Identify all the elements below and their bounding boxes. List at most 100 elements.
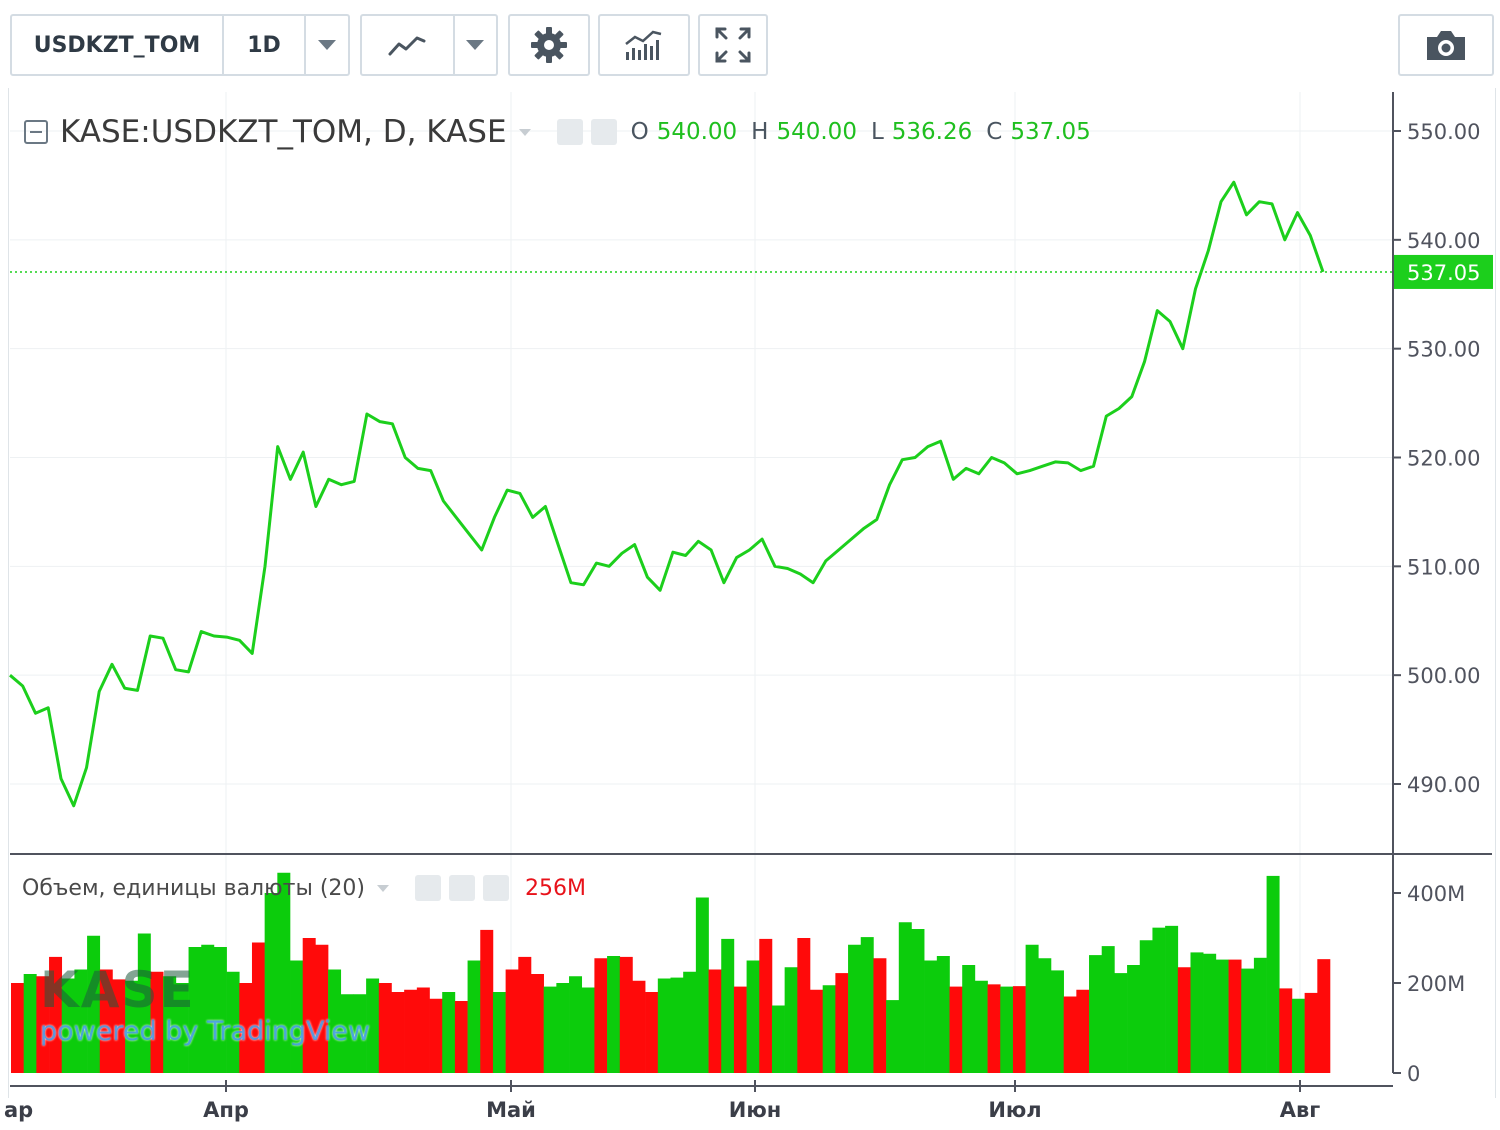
volume-bar (1203, 953, 1217, 1073)
price-tick-label: 530.00 (1407, 338, 1480, 362)
volume-bar (1012, 986, 1026, 1073)
powered-by-text: powered by TradingView (40, 1016, 371, 1047)
time-tick-label: ap (4, 1098, 33, 1122)
volume-bar (657, 978, 671, 1073)
volume-bar (1253, 957, 1267, 1073)
eye-icon[interactable] (556, 119, 583, 145)
volume-bar (543, 986, 557, 1073)
volume-bar (1127, 965, 1141, 1073)
volume-bar (746, 960, 760, 1073)
volume-bar (860, 937, 874, 1073)
chart-canvas[interactable]: 490.00 500.00 510.00 520.00 530.00 540.00 550.… (0, 0, 1500, 1130)
volume-bar (771, 1005, 785, 1073)
volume-bar (619, 956, 633, 1073)
price-tick-label: 550.00 (1407, 120, 1480, 144)
settings-small-icon[interactable] (448, 875, 475, 901)
volume-bar (1114, 973, 1128, 1073)
volume-bar (708, 969, 722, 1073)
price-tick-label: 540.00 (1407, 229, 1480, 253)
chevron-down-icon[interactable] (518, 128, 531, 136)
collapse-icon[interactable] (24, 120, 48, 144)
volume-bar (670, 977, 684, 1073)
volume-bar (1152, 927, 1166, 1073)
volume-tick-label: 200M (1407, 972, 1465, 996)
volume-bar (784, 967, 798, 1073)
time-tick-label: Июл (988, 1098, 1041, 1122)
volume-bar (530, 974, 544, 1073)
volume-bar (733, 986, 747, 1073)
volume-bar (924, 960, 938, 1073)
volume-bar (1177, 967, 1191, 1073)
volume-bar (1317, 959, 1331, 1073)
volume-bar (11, 983, 24, 1073)
time-tick-label: Май (486, 1098, 536, 1122)
volume-bar (1025, 944, 1039, 1073)
volume-bar (391, 992, 405, 1073)
volume-value: 256M (524, 875, 586, 901)
volume-bar (505, 969, 519, 1073)
volume-bar (936, 956, 950, 1073)
volume-bar (721, 938, 735, 1073)
volume-bar (581, 987, 595, 1073)
volume-bar (454, 1001, 468, 1073)
volume-tick-label: 400M (1407, 882, 1465, 906)
price-line (9, 180, 1325, 808)
volume-bar (1089, 955, 1103, 1073)
volume-bar (962, 965, 976, 1073)
volume-bar (1101, 946, 1115, 1073)
volume-bar (822, 985, 836, 1073)
volume-bar (467, 960, 481, 1073)
time-tick-label: Апр (203, 1098, 249, 1122)
volume-bar (1000, 986, 1014, 1073)
volume-bar (835, 973, 849, 1073)
price-tick-label: 520.00 (1407, 447, 1480, 471)
volume-bar (442, 992, 456, 1073)
volume-bar (886, 1000, 900, 1073)
series-legend: KASE:USDKZT_TOM, D, KASE O 540.00 H 540.… (20, 110, 1091, 154)
volume-bar (1190, 952, 1204, 1073)
open-label: O (630, 119, 649, 145)
volume-bar (1291, 998, 1305, 1073)
volume-bar (594, 958, 608, 1073)
volume-bar (1050, 970, 1064, 1073)
volume-tick-label: 0 (1407, 1062, 1420, 1086)
volume-bar (1279, 988, 1293, 1073)
close-icon[interactable] (482, 875, 509, 901)
kase-logo: KASE (40, 961, 196, 1019)
volume-bar (1241, 968, 1255, 1073)
volume-bar (632, 980, 646, 1073)
volume-bar (23, 974, 37, 1073)
volume-bar (1215, 959, 1229, 1073)
volume-bar (848, 944, 862, 1073)
volume-title: Объем, единицы валюты (20) (22, 875, 365, 901)
volume-bar (492, 992, 506, 1073)
price-line-layer (9, 180, 1393, 808)
eye-icon[interactable] (414, 875, 441, 901)
price-tick-label: 500.00 (1407, 664, 1480, 688)
close-label: C (986, 119, 1003, 145)
volume-bar (518, 956, 532, 1073)
volume-bar (429, 998, 443, 1073)
volume-bar (378, 983, 392, 1073)
volume-bar (416, 987, 430, 1073)
volume-bar (1038, 958, 1052, 1073)
volume-bar (695, 897, 709, 1073)
volume-bar (480, 929, 494, 1073)
watermark: KASE powered by TradingView (40, 965, 370, 1049)
volume-bar (1304, 992, 1318, 1073)
chevron-down-icon[interactable] (376, 884, 389, 892)
volume-bar (911, 929, 925, 1073)
time-tick-label: Авг (1280, 1098, 1321, 1122)
settings-small-icon[interactable] (590, 119, 617, 145)
volume-bar (797, 938, 811, 1073)
time-tick-label: Июн (729, 1098, 782, 1122)
volume-bar (569, 976, 583, 1073)
volume-bar (607, 956, 621, 1073)
price-tick-label: 510.00 (1407, 555, 1480, 579)
series-title: KASE:USDKZT_TOM, D, KASE (60, 114, 507, 150)
volume-bar (873, 958, 887, 1073)
volume-bar (810, 989, 823, 1073)
volume-bar (1266, 875, 1280, 1073)
volume-legend: Объем, единицы валюты (20) 256M (22, 870, 586, 906)
volume-bar (556, 983, 570, 1073)
